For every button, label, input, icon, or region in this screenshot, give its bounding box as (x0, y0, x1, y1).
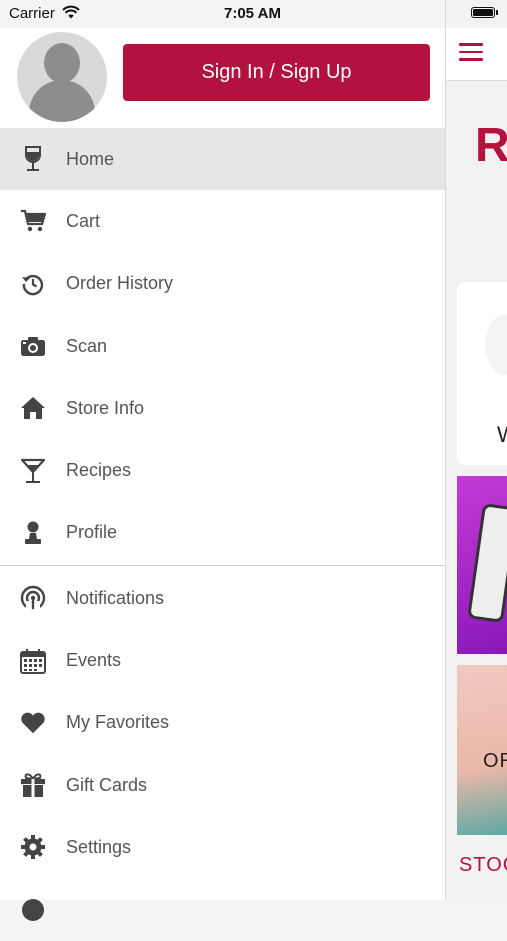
gear-icon (20, 834, 46, 860)
menu-item-partial[interactable] (0, 879, 445, 941)
heart-icon (20, 710, 46, 736)
menu-item-profile[interactable]: Profile (0, 502, 445, 564)
more-icon (20, 897, 46, 923)
background-promo-text: OR (483, 750, 507, 772)
menu-item-recipes[interactable]: Recipes (0, 439, 445, 501)
menu-item-events[interactable]: Events (0, 629, 445, 691)
menu-item-label: Store Info (66, 397, 145, 418)
menu-item-store-info[interactable]: Store Info (0, 377, 445, 439)
clock: 7:05 AM (224, 5, 281, 22)
menu-item-label: Events (66, 650, 122, 671)
menu-item-label: Notifications (66, 587, 165, 608)
battery-tip (496, 10, 498, 15)
navigation-drawer: Sign In / Sign Up Home Cart Order Histor… (0, 28, 445, 921)
battery-icon (471, 7, 495, 18)
menu-item-home[interactable]: Home (0, 128, 445, 191)
wifi-icon (62, 5, 80, 19)
person-icon (20, 520, 46, 546)
calendar-icon (20, 648, 46, 674)
background-card-text: W (497, 422, 507, 448)
cocktail-icon (20, 458, 46, 484)
menu-item-gift-cards[interactable]: Gift Cards (0, 754, 445, 816)
avatar[interactable] (17, 32, 107, 122)
cart-icon (20, 208, 46, 234)
menu-item-label: Gift Cards (66, 774, 148, 795)
menu-item-label: Recipes (66, 460, 132, 481)
menu-item-label: Order History (66, 273, 174, 294)
home-icon (20, 395, 46, 421)
menu-item-label: Cart (66, 210, 101, 231)
menu-item-my-favorites[interactable]: My Favorites (0, 692, 445, 754)
background-section-title: STOC (459, 854, 507, 876)
gift-icon (20, 772, 46, 798)
menu-item-label: My Favorites (66, 712, 170, 733)
menu-item-scan[interactable]: Scan (0, 315, 445, 377)
sign-in-button[interactable]: Sign In / Sign Up (123, 44, 430, 101)
carrier-label: Carrier (9, 5, 55, 22)
menu-item-label: Home (66, 148, 115, 169)
menu-item-label: Profile (66, 522, 118, 543)
status-bar: Carrier 7:05 AM (0, 0, 507, 28)
background-app: R W OR STOC (445, 0, 507, 900)
hamburger-menu-icon[interactable] (459, 43, 483, 61)
background-logo: R (475, 119, 507, 172)
menu-item-order-history[interactable]: Order History (0, 253, 445, 315)
menu-divider (0, 565, 445, 567)
menu-item-settings[interactable]: Settings (0, 816, 445, 878)
broadcast-icon (20, 585, 46, 612)
drawer-edge (445, 0, 446, 900)
camera-icon (20, 333, 46, 359)
wine-glass-icon (20, 146, 46, 172)
menu-item-label: Scan (66, 335, 108, 356)
profile-header: Sign In / Sign Up (0, 28, 445, 128)
menu-item-label: Settings (66, 836, 132, 857)
menu-item-notifications[interactable]: Notifications (0, 567, 445, 629)
history-icon (20, 271, 46, 297)
drawer-menu: Home Cart Order History Scan Store Info (0, 128, 445, 941)
menu-item-cart[interactable]: Cart (0, 190, 445, 252)
